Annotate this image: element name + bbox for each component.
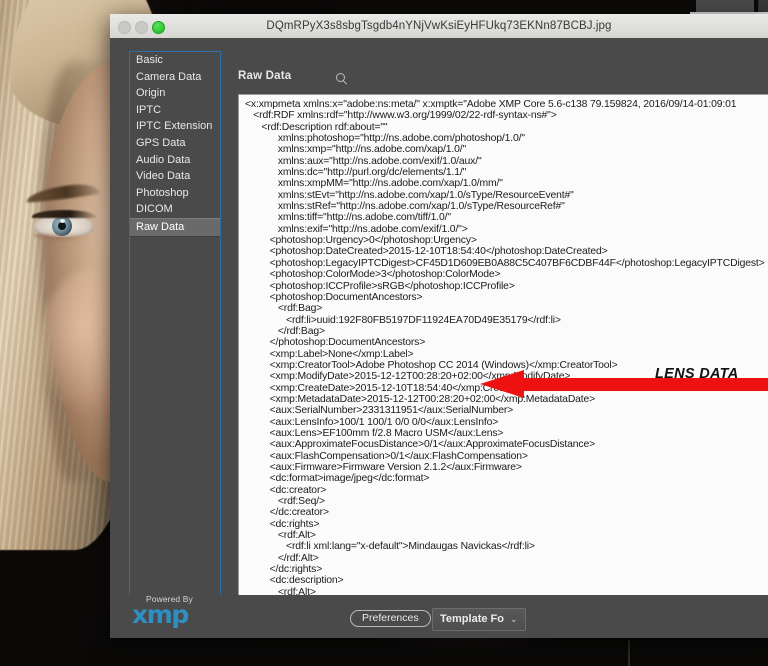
photo-pupil	[58, 222, 66, 230]
sidebar-item-camera-data[interactable]: Camera Data	[130, 69, 220, 86]
photo-bottom-divider	[628, 640, 630, 666]
chevron-down-icon: ⌄	[509, 614, 518, 624]
search-icon	[335, 72, 348, 85]
xmp-wordmark: xmp	[132, 600, 189, 629]
category-sidebar: Basic Camera Data Origin IPTC IPTC Exten…	[129, 51, 221, 619]
raw-data-text-area[interactable]: <x:xmpmeta xmlns:x="adobe:ns:meta/" x:xm…	[238, 94, 768, 633]
sidebar-item-raw-data[interactable]: Raw Data	[130, 217, 220, 237]
sidebar-item-iptc-extension[interactable]: IPTC Extension	[130, 118, 220, 135]
photo-eye-highlight	[60, 219, 65, 223]
raw-data-content: <x:xmpmeta xmlns:x="adobe:ns:meta/" x:xm…	[245, 99, 765, 620]
template-dropdown-label: Template Fo	[440, 613, 504, 625]
file-info-dialog: DQmRPyX3s8sbgTsgdb4nYNjVwKsiEyHFUkq73EKN…	[110, 14, 768, 638]
sidebar-item-video-data[interactable]: Video Data	[130, 168, 220, 185]
window-titlebar[interactable]: DQmRPyX3s8sbgTsgdb4nYNjVwKsiEyHFUkq73EKN…	[110, 14, 768, 39]
sidebar-item-origin[interactable]: Origin	[130, 85, 220, 102]
xmp-logo: Powered By xmp	[132, 594, 242, 629]
photo-eyelash	[32, 210, 96, 218]
search-bar[interactable]	[335, 69, 758, 87]
sidebar-item-basic[interactable]: Basic	[130, 52, 220, 69]
window-title: DQmRPyX3s8sbgTsgdb4nYNjVwKsiEyHFUkq73EKN…	[266, 20, 612, 32]
template-dropdown[interactable]: Template Fo ⌄	[432, 608, 526, 631]
panel-title: Raw Data	[238, 70, 292, 82]
background-window-fragment-top	[696, 0, 754, 12]
search-input[interactable]	[352, 70, 758, 86]
sidebar-item-iptc[interactable]: IPTC	[130, 102, 220, 119]
panel-header: Raw Data	[238, 70, 758, 92]
dialog-body: Basic Camera Data Origin IPTC IPTC Exten…	[110, 38, 768, 638]
sidebar-item-dicom[interactable]: DICOM	[130, 201, 220, 218]
sidebar-item-audio-data[interactable]: Audio Data	[130, 152, 220, 169]
background-window-fragment-corner	[758, 0, 768, 12]
sidebar-item-photoshop[interactable]: Photoshop	[130, 185, 220, 202]
dialog-footer: Powered By xmp Preferences Template Fo ⌄	[110, 594, 768, 638]
preferences-button[interactable]: Preferences	[350, 610, 431, 627]
sidebar-item-gps-data[interactable]: GPS Data	[130, 135, 220, 152]
